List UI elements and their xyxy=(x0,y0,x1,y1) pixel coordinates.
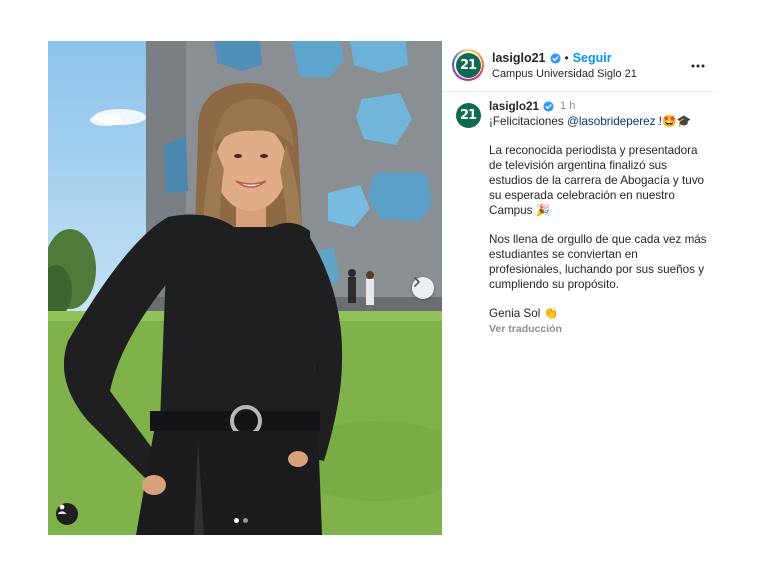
carousel-indicator xyxy=(234,518,248,523)
chevron-right-icon xyxy=(414,277,420,287)
brand-logo: 21 xyxy=(455,52,481,78)
see-translation-button[interactable]: Ver traducción xyxy=(489,322,711,337)
post-sidebar: 21 lasiglo21 • Seguir Campus Universidad… xyxy=(442,41,718,535)
caption-avatar[interactable]: 21 xyxy=(454,101,482,129)
mention-link[interactable]: @lasobrideperez xyxy=(567,115,656,128)
tagged-user-button[interactable] xyxy=(56,503,78,525)
caption-paragraph-1: La reconocida periodista y presentadora … xyxy=(489,144,705,217)
carousel-dot xyxy=(243,518,248,523)
next-image-button[interactable] xyxy=(412,277,434,299)
account-username[interactable]: lasiglo21 xyxy=(492,51,546,65)
user-icon xyxy=(57,504,67,514)
post-header: 21 lasiglo21 • Seguir Campus Universidad… xyxy=(442,41,718,92)
brand-logo: 21 xyxy=(455,102,481,128)
follow-button[interactable]: Seguir xyxy=(573,51,612,65)
caption-line-1: ¡Felicitaciones @lasobrideperez !🤩🎓 xyxy=(489,115,692,128)
post-timestamp[interactable]: 1 h xyxy=(560,99,575,114)
more-icon xyxy=(691,64,705,68)
post-photo[interactable] xyxy=(48,41,442,535)
more-options-button[interactable] xyxy=(690,58,706,74)
carousel-dot-active xyxy=(234,518,239,523)
verified-badge-icon xyxy=(543,101,554,112)
caption-username[interactable]: lasiglo21 xyxy=(489,99,539,114)
account-avatar[interactable]: 21 xyxy=(452,49,484,81)
instagram-post: 21 lasiglo21 • Seguir Campus Universidad… xyxy=(48,41,718,535)
verified-badge-icon xyxy=(549,52,561,64)
caption-paragraph-2: Nos llena de orgullo de que cada vez más… xyxy=(489,233,707,291)
photo-illustration xyxy=(48,41,442,535)
caption-signoff: Genia Sol 👏 xyxy=(489,307,559,320)
post-location[interactable]: Campus Universidad Siglo 21 xyxy=(492,68,637,80)
separator-dot: • xyxy=(564,51,569,65)
